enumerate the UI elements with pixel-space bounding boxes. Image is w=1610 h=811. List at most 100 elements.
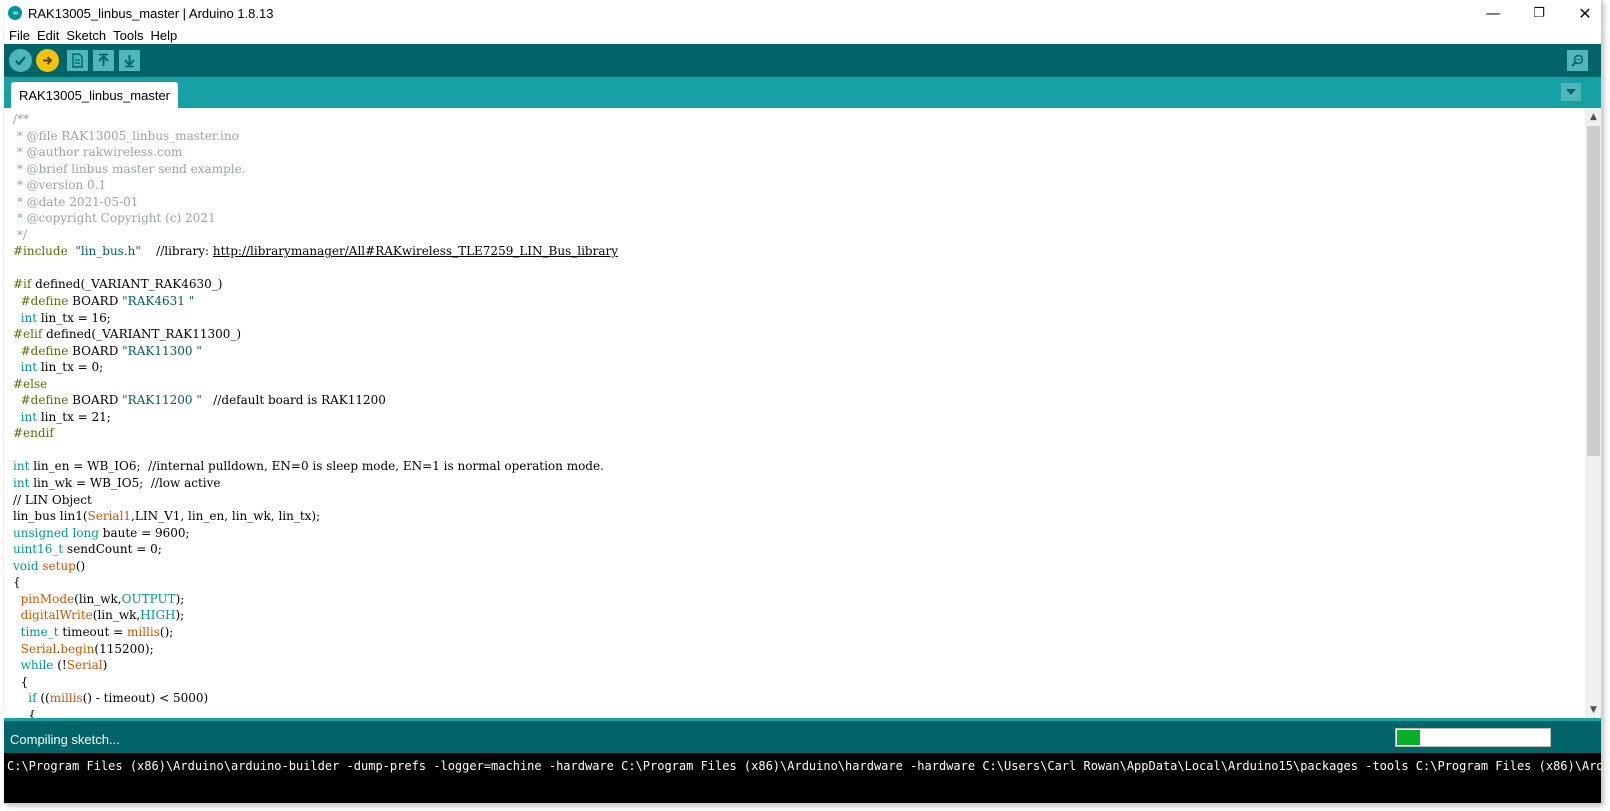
menu-file[interactable]: File [9,28,30,43]
vertical-scrollbar[interactable]: ▲ ▼ [1585,108,1601,718]
progress-fill [1397,730,1420,745]
code-line[interactable]: int lin_tx = 16; [13,310,1533,327]
menu-sketch[interactable]: Sketch [66,28,106,43]
serial-monitor-button[interactable] [1567,50,1588,71]
code-token: //library: [140,244,213,259]
menu-help[interactable]: Help [150,28,177,43]
code-token: ); [175,591,185,606]
code-token: ,LIN_V1, lin_en, lin_wk, lin_tx); [131,509,321,524]
code-line[interactable]: digitalWrite(lin_wk,HIGH); [13,607,1533,624]
code-line[interactable]: while (!Serial) [13,657,1533,674]
code-line[interactable]: { [13,707,1533,718]
code-line[interactable]: int lin_wk = WB_IO5; //low active [13,475,1533,492]
code-link[interactable]: http://librarymanager/All#RAKwireless_TL… [213,244,618,258]
arrow-right-icon [43,56,53,65]
code-line[interactable]: * @file RAK13005_linbus_master.ino [13,128,1533,145]
code-token: * @brief linbus master send example. [13,161,246,176]
close-button[interactable]: ✕ [1562,0,1601,26]
code-line[interactable]: #if defined(_VARIANT_RAK4630_) [13,276,1533,293]
code-token: ); [175,608,185,623]
code-token: /** [13,112,30,126]
tab-menu-button[interactable] [1561,83,1581,101]
code-line[interactable]: #elif defined(_VARIANT_RAK11300_) [13,326,1533,343]
code-line[interactable]: * @copyright Copyright (c) 2021 [13,210,1533,227]
code-line[interactable] [13,260,1533,277]
code-line[interactable]: // LIN Object [13,492,1533,509]
code-line[interactable]: time_t timeout = millis(); [13,624,1533,641]
maximize-button[interactable]: ❐ [1516,0,1562,26]
console-output[interactable]: C:\Program Files (x86)\Arduino\arduino-b… [4,753,1601,783]
code-editor[interactable]: /** * @file RAK13005_linbus_master.ino *… [4,108,1601,718]
code-line[interactable]: */ [13,227,1533,244]
status-message: Compiling sketch... [10,732,120,747]
code-line[interactable]: * @brief linbus master send example. [13,161,1533,178]
code-token: Serial [66,658,103,673]
code-line[interactable]: int lin_tx = 0; [13,359,1533,376]
chevron-down-icon [1566,89,1576,95]
menu-edit[interactable]: Edit [37,28,59,43]
code-token: OUTPUT [121,591,176,606]
code-token: while [13,658,54,673]
code-token: millis [49,691,83,706]
tab-sketch[interactable]: RAK13005_linbus_master [11,82,178,108]
code-token: () - timeout) < 5000) [82,691,209,706]
code-token: ) [102,658,108,673]
code-text[interactable]: /** * @file RAK13005_linbus_master.ino *… [13,111,1533,718]
code-line[interactable]: #define BOARD "RAK4631 " [13,293,1533,310]
code-line[interactable]: pinMode(lin_wk,OUTPUT); [13,591,1533,608]
code-line[interactable]: { [13,674,1533,691]
code-line[interactable]: { [13,574,1533,591]
code-line[interactable] [13,442,1533,459]
code-line[interactable]: #else [13,376,1533,393]
code-line[interactable]: if ((millis() - timeout) < 5000) [13,690,1533,707]
menu-bar: File Edit Sketch Tools Help [4,26,1601,44]
code-token: BOARD [68,343,123,358]
code-line[interactable]: int lin_en = WB_IO6; //internal pulldown… [13,458,1533,475]
scroll-up-icon[interactable]: ▲ [1585,108,1601,125]
code-token: int [13,459,30,474]
code-line[interactable]: uint16_t sendCount = 0; [13,541,1533,558]
code-token: #endif [13,426,54,441]
code-line[interactable]: * @author rakwireless.com [13,144,1533,161]
arrow-up-icon [98,53,109,66]
code-line[interactable]: #define BOARD "RAK11300 " [13,343,1533,360]
code-token: baute = 9600; [98,525,190,540]
open-sketch-button[interactable] [93,50,114,71]
code-token: sendCount = 0; [63,542,162,557]
code-line[interactable]: int lin_tx = 21; [13,409,1533,426]
code-line[interactable]: #endif [13,425,1533,442]
console-area[interactable] [4,783,1601,803]
code-token: lin_wk = WB_IO5; //low active [29,476,221,491]
code-token: #define [13,294,69,309]
compile-progress-bar [1395,728,1551,747]
code-token: int [13,409,38,424]
arduino-logo-icon: ∞ [8,6,22,20]
scroll-down-icon[interactable]: ▼ [1585,701,1601,718]
code-token: (lin_wk, [74,591,122,606]
code-line[interactable]: Serial.begin(115200); [13,641,1533,658]
code-token: (lin_wk, [92,608,141,623]
code-token: Serial [13,641,57,656]
menu-tools[interactable]: Tools [113,28,143,43]
new-sketch-button[interactable] [67,50,88,71]
code-line[interactable]: void setup() [13,558,1533,575]
code-token: int [13,476,30,491]
code-token: // LIN Object [13,492,92,507]
code-line[interactable]: lin_bus lin1(Serial1,LIN_V1, lin_en, lin… [13,508,1533,525]
upload-button[interactable] [36,49,59,72]
code-line[interactable]: #include "lin_bus.h" //library: http://l… [13,243,1533,260]
code-line[interactable]: * @date 2021-05-01 [13,194,1533,211]
minimize-button[interactable]: — [1470,0,1516,26]
save-sketch-button[interactable] [119,50,140,71]
code-line[interactable]: * @version 0.1 [13,177,1533,194]
code-token: int [13,360,38,375]
code-line[interactable]: unsigned long baute = 9600; [13,525,1533,542]
code-line[interactable]: /** [13,111,1533,128]
code-token: "RAK4631 " [122,294,195,309]
code-token: #else [13,376,48,391]
code-line[interactable]: #define BOARD "RAK11200 " //default boar… [13,392,1533,409]
new-file-icon [72,53,83,68]
scroll-thumb[interactable] [1587,126,1600,456]
toolbar [4,44,1601,77]
verify-button[interactable] [9,49,32,72]
